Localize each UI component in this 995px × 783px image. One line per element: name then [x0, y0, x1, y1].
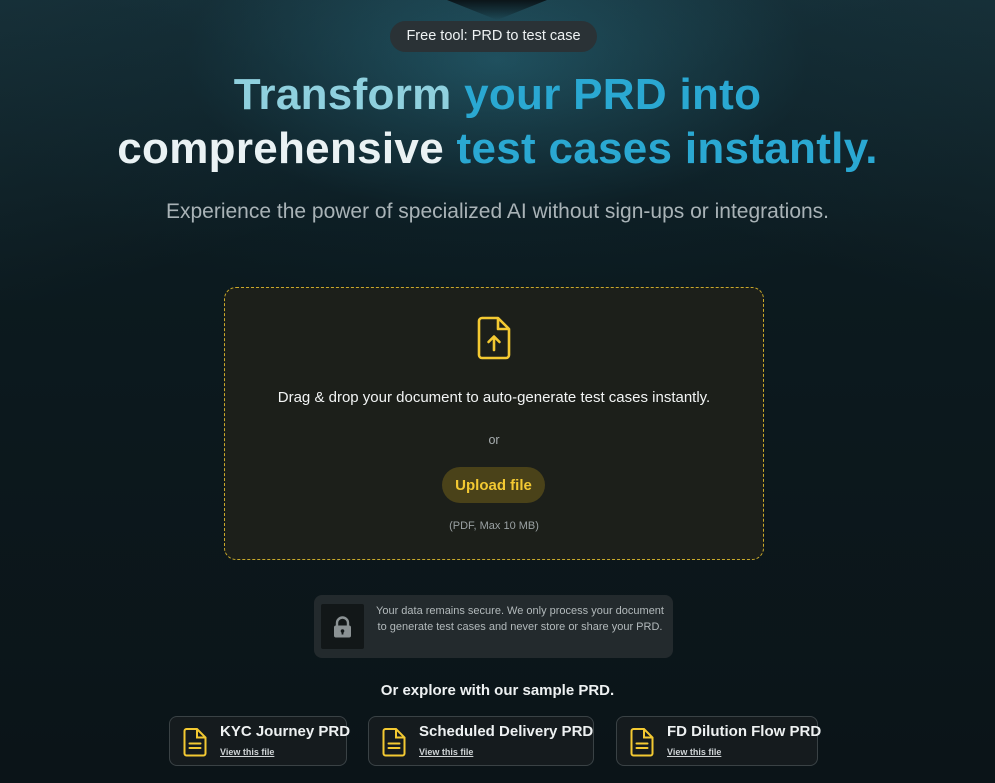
- sample-card-kyc[interactable]: KYC Journey PRD View this file: [169, 716, 351, 766]
- sample-card-title: KYC Journey PRD: [220, 723, 351, 740]
- hero-part-3: comprehensive: [117, 124, 457, 173]
- hero-part-4: test cases instantly.: [456, 124, 878, 173]
- sample-card-scheduled-delivery[interactable]: Scheduled Delivery PRD View this file: [368, 716, 594, 766]
- hero-part-1: Transform: [233, 70, 465, 119]
- file-limit-hint: (PDF, Max 10 MB): [449, 520, 539, 532]
- sample-card-title: FD Dilution Flow PRD: [667, 723, 822, 740]
- file-upload-icon: [477, 316, 511, 360]
- free-tool-badge: Free tool: PRD to test case: [390, 21, 597, 52]
- explore-heading: Or explore with our sample PRD.: [380, 682, 615, 699]
- dropzone-title: Drag & drop your document to auto-genera…: [277, 389, 711, 406]
- sample-card-fd-dilution[interactable]: FD Dilution Flow PRD View this file: [616, 716, 822, 766]
- view-file-link[interactable]: View this file: [667, 747, 721, 757]
- view-file-link[interactable]: View this file: [419, 747, 473, 757]
- lock-box: [321, 604, 364, 649]
- security-text: Your data remains secure. We only proces…: [376, 605, 664, 633]
- sample-card-title: Scheduled Delivery PRD: [419, 723, 594, 740]
- view-file-link[interactable]: View this file: [220, 747, 274, 757]
- security-note: Your data remains secure. We only proces…: [314, 595, 673, 658]
- lock-icon: [334, 616, 351, 638]
- hero-title: Transform your PRD into comprehensive te…: [0, 68, 995, 176]
- file-dropzone[interactable]: Drag & drop your document to auto-genera…: [224, 287, 764, 560]
- dropzone-or: or: [488, 433, 500, 447]
- hero-subtitle: Experience the power of specialized AI w…: [165, 200, 830, 223]
- document-icon: [382, 728, 406, 757]
- document-icon: [183, 728, 207, 757]
- upload-file-button[interactable]: Upload file: [442, 467, 545, 503]
- hero-part-2: your PRD into: [464, 70, 762, 119]
- document-icon: [630, 728, 654, 757]
